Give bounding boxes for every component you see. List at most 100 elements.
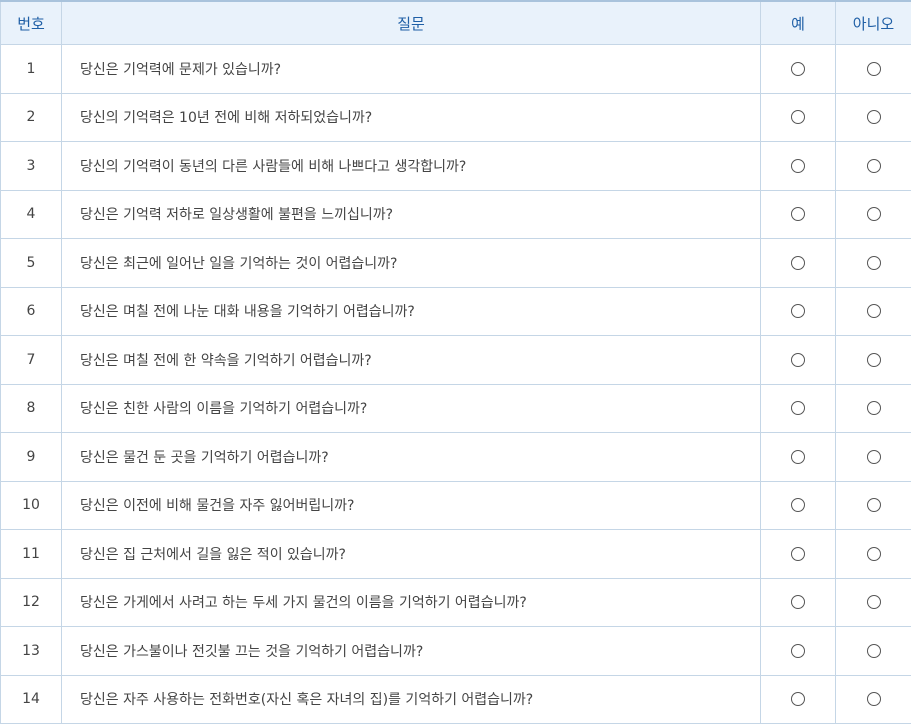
question-text: 당신은 가게에서 사려고 하는 두세 가지 물건의 이름을 기억하기 어렵습니까… [62,578,761,627]
radio-yes[interactable] [791,450,805,464]
radio-no[interactable] [867,401,881,415]
question-number: 13 [1,627,62,676]
memory-questionnaire-table: 번호 질문 예 아니오 1당신은 기억력에 문제가 있습니까?2당신의 기억력은… [0,0,911,724]
table-row: 3당신의 기억력이 동년의 다른 사람들에 비해 나쁘다고 생각합니까? [1,142,911,191]
radio-no[interactable] [867,450,881,464]
table-row: 9당신은 물건 둔 곳을 기억하기 어렵습니까? [1,433,911,482]
answer-cell-no [836,45,911,94]
header-yes: 예 [761,1,836,45]
radio-no[interactable] [867,256,881,270]
answer-cell-yes [761,336,836,385]
question-number: 3 [1,142,62,191]
answer-cell-no [836,530,911,579]
answer-cell-yes [761,481,836,530]
question-text: 당신은 기억력에 문제가 있습니까? [62,45,761,94]
table-row: 12당신은 가게에서 사려고 하는 두세 가지 물건의 이름을 기억하기 어렵습… [1,578,911,627]
question-number: 14 [1,675,62,724]
answer-cell-no [836,142,911,191]
radio-yes[interactable] [791,256,805,270]
question-text: 당신은 이전에 비해 물건을 자주 잃어버립니까? [62,481,761,530]
table-row: 13당신은 가스불이나 전깃불 끄는 것을 기억하기 어렵습니까? [1,627,911,676]
table-row: 11당신은 집 근처에서 길을 잃은 적이 있습니까? [1,530,911,579]
answer-cell-yes [761,93,836,142]
question-number: 4 [1,190,62,239]
question-text: 당신은 며칠 전에 한 약속을 기억하기 어렵습니까? [62,336,761,385]
answer-cell-yes [761,384,836,433]
question-text: 당신의 기억력은 10년 전에 비해 저하되었습니까? [62,93,761,142]
header-question: 질문 [62,1,761,45]
question-number: 6 [1,287,62,336]
radio-yes[interactable] [791,62,805,76]
radio-no[interactable] [867,110,881,124]
radio-yes[interactable] [791,644,805,658]
answer-cell-yes [761,239,836,288]
question-text: 당신의 기억력이 동년의 다른 사람들에 비해 나쁘다고 생각합니까? [62,142,761,191]
radio-no[interactable] [867,547,881,561]
radio-yes[interactable] [791,304,805,318]
table-row: 6당신은 며칠 전에 나눈 대화 내용을 기억하기 어렵습니까? [1,287,911,336]
radio-yes[interactable] [791,159,805,173]
answer-cell-no [836,239,911,288]
question-number: 9 [1,433,62,482]
radio-no[interactable] [867,207,881,221]
answer-cell-no [836,433,911,482]
question-number: 11 [1,530,62,579]
radio-no[interactable] [867,644,881,658]
radio-no[interactable] [867,692,881,706]
table-row: 14당신은 자주 사용하는 전화번호(자신 혹은 자녀의 집)를 기억하기 어렵… [1,675,911,724]
question-number: 1 [1,45,62,94]
answer-cell-yes [761,675,836,724]
answer-cell-yes [761,578,836,627]
answer-cell-no [836,336,911,385]
radio-no[interactable] [867,353,881,367]
radio-yes[interactable] [791,110,805,124]
answer-cell-yes [761,433,836,482]
table-body: 1당신은 기억력에 문제가 있습니까?2당신의 기억력은 10년 전에 비해 저… [1,45,911,724]
question-number: 2 [1,93,62,142]
radio-yes[interactable] [791,498,805,512]
answer-cell-yes [761,142,836,191]
header-no: 아니오 [836,1,911,45]
radio-yes[interactable] [791,595,805,609]
header-number: 번호 [1,1,62,45]
answer-cell-yes [761,287,836,336]
answer-cell-no [836,190,911,239]
answer-cell-no [836,675,911,724]
question-text: 당신은 며칠 전에 나눈 대화 내용을 기억하기 어렵습니까? [62,287,761,336]
question-number: 5 [1,239,62,288]
radio-no[interactable] [867,498,881,512]
answer-cell-no [836,627,911,676]
radio-yes[interactable] [791,692,805,706]
table-row: 1당신은 기억력에 문제가 있습니까? [1,45,911,94]
radio-no[interactable] [867,62,881,76]
table-row: 4당신은 기억력 저하로 일상생활에 불편을 느끼십니까? [1,190,911,239]
radio-yes[interactable] [791,547,805,561]
answer-cell-yes [761,45,836,94]
question-number: 7 [1,336,62,385]
question-text: 당신은 집 근처에서 길을 잃은 적이 있습니까? [62,530,761,579]
question-text: 당신은 최근에 일어난 일을 기억하는 것이 어렵습니까? [62,239,761,288]
answer-cell-yes [761,530,836,579]
radio-yes[interactable] [791,401,805,415]
answer-cell-no [836,384,911,433]
radio-no[interactable] [867,595,881,609]
radio-yes[interactable] [791,353,805,367]
table-row: 2당신의 기억력은 10년 전에 비해 저하되었습니까? [1,93,911,142]
question-text: 당신은 친한 사람의 이름을 기억하기 어렵습니까? [62,384,761,433]
table-row: 10당신은 이전에 비해 물건을 자주 잃어버립니까? [1,481,911,530]
table-header: 번호 질문 예 아니오 [1,1,911,45]
answer-cell-no [836,578,911,627]
table-row: 7당신은 며칠 전에 한 약속을 기억하기 어렵습니까? [1,336,911,385]
question-text: 당신은 기억력 저하로 일상생활에 불편을 느끼십니까? [62,190,761,239]
answer-cell-no [836,287,911,336]
answer-cell-no [836,93,911,142]
table-row: 8당신은 친한 사람의 이름을 기억하기 어렵습니까? [1,384,911,433]
table-row: 5당신은 최근에 일어난 일을 기억하는 것이 어렵습니까? [1,239,911,288]
question-number: 12 [1,578,62,627]
answer-cell-yes [761,627,836,676]
question-text: 당신은 물건 둔 곳을 기억하기 어렵습니까? [62,433,761,482]
radio-no[interactable] [867,304,881,318]
answer-cell-no [836,481,911,530]
radio-yes[interactable] [791,207,805,221]
radio-no[interactable] [867,159,881,173]
